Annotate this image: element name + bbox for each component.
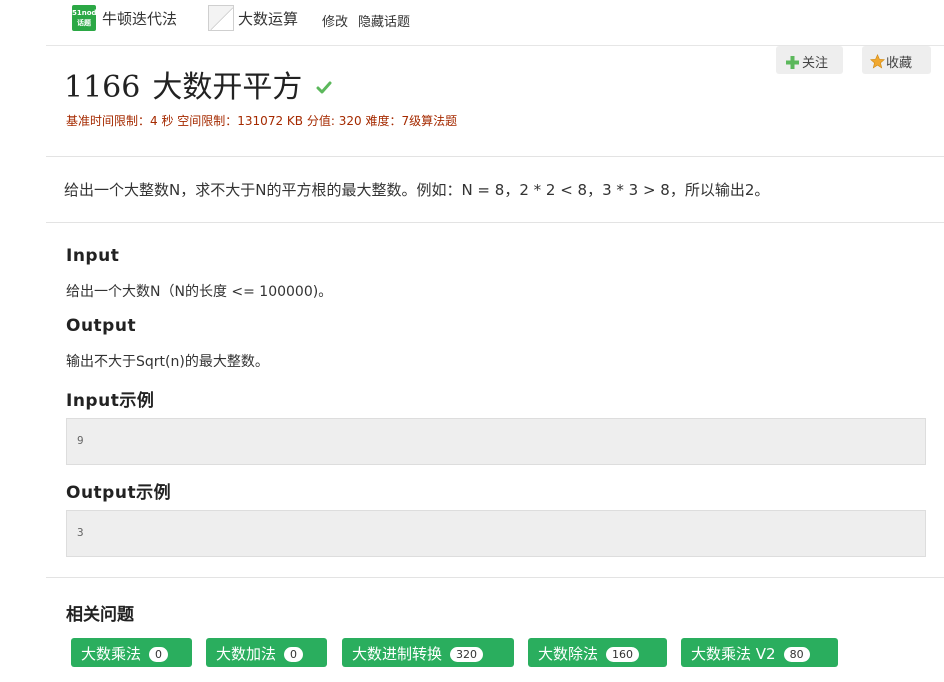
problem-title: 1166 大数开平方 — [64, 62, 332, 106]
favorite-label: 收藏 — [886, 56, 913, 71]
check-icon — [316, 68, 332, 103]
input-example-heading: Input示例 — [66, 391, 155, 411]
related-label: 大数进制转换 — [352, 645, 443, 663]
related-count-badge: 160 — [606, 647, 640, 662]
output-example-box[interactable]: 3 — [66, 510, 926, 557]
input-heading: Input — [66, 246, 120, 266]
divider — [46, 222, 944, 223]
input-example-box[interactable]: 9 — [66, 418, 926, 465]
favorite-button[interactable]: 收藏 — [862, 46, 931, 74]
problem-limits: 基准时间限制：4 秒 空间限制：131072 KB 分值: 320 难度：7级算… — [66, 112, 457, 129]
related-heading: 相关问题 — [66, 605, 134, 625]
related-problem-bigdiv[interactable]: 大数除法 160 — [528, 638, 667, 667]
topic-link-newton[interactable]: 牛顿迭代法 — [102, 8, 177, 29]
topic-placeholder-icon[interactable] — [208, 5, 234, 31]
space-limit: 空间限制：131072 KB — [177, 114, 304, 128]
logo-line1: 51nod — [72, 9, 97, 17]
related-problem-bigmul[interactable]: 大数乘法 0 — [71, 638, 192, 667]
related-count-badge: 80 — [783, 647, 810, 662]
topic-link-bignum[interactable]: 大数运算 — [238, 8, 298, 29]
related-problem-radix[interactable]: 大数进制转换 320 — [342, 638, 514, 667]
related-count-badge: 0 — [284, 647, 304, 662]
follow-button[interactable]: 关注 — [776, 46, 843, 74]
topic-logo-icon[interactable]: 51nod 话题 — [72, 5, 97, 31]
related-label: 大数加法 — [216, 645, 277, 663]
divider — [46, 577, 944, 578]
problem-id: 1166 — [64, 70, 141, 105]
related-problem-bigadd[interactable]: 大数加法 0 — [206, 638, 327, 667]
output-heading: Output — [66, 316, 137, 336]
topic-bar: 51nod 话题 牛顿迭代法 大数运算 修改 隐藏话题 — [46, 0, 944, 46]
problem-description: 给出一个大整数N，求不大于N的平方根的最大整数。例如：N = 8，2 * 2 <… — [64, 181, 770, 199]
related-count-badge: 320 — [450, 647, 484, 662]
output-example-heading: Output示例 — [66, 483, 172, 503]
logo-line2: 话题 — [77, 19, 91, 27]
time-limit: 基准时间限制：4 秒 — [66, 114, 174, 128]
related-problem-bigmul-v2[interactable]: 大数乘法 V2 80 — [681, 638, 838, 667]
related-count-badge: 0 — [149, 647, 169, 662]
related-label: 大数除法 — [538, 645, 599, 663]
hide-topic-link[interactable]: 隐藏话题 — [358, 11, 410, 30]
input-description: 给出一个大数N（N的长度 <= 100000)。 — [66, 284, 333, 300]
follow-label: 关注 — [802, 56, 829, 71]
related-label: 大数乘法 — [81, 645, 142, 663]
plus-icon — [786, 56, 802, 73]
related-label: 大数乘法 V2 — [691, 645, 776, 663]
edit-link[interactable]: 修改 — [322, 11, 348, 30]
divider — [46, 156, 944, 157]
score: 分值: 320 — [306, 114, 362, 128]
output-description: 输出不大于Sqrt(n)的最大整数。 — [66, 354, 269, 370]
problem-name: 大数开平方 — [152, 70, 303, 105]
star-icon — [870, 53, 886, 73]
difficulty: 难度：7级算法题 — [365, 114, 458, 128]
